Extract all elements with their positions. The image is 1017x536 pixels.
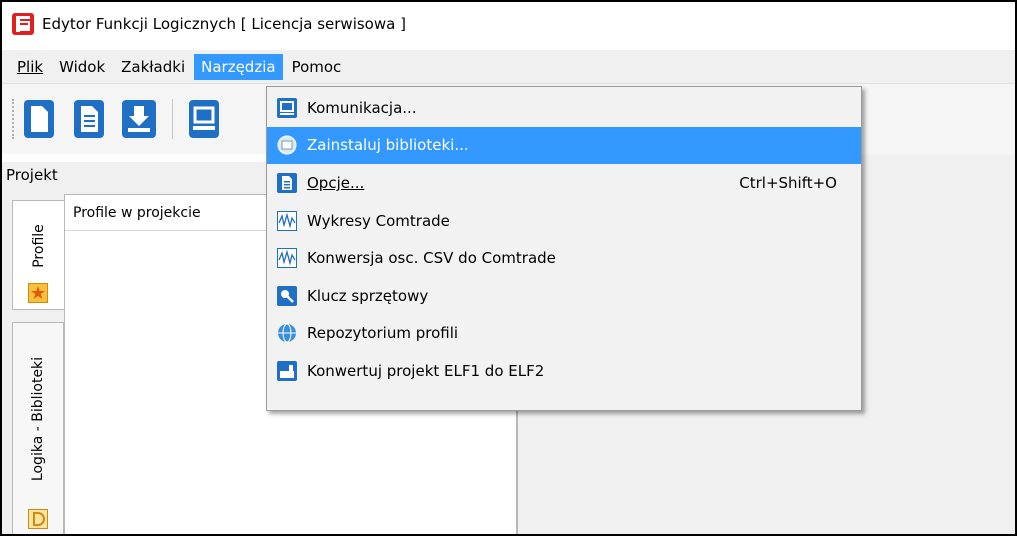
menu-item-label: Konwertuj projekt ELF1 do ELF2 (307, 361, 545, 380)
menu-bar: Plik Widok Zakładki Narzędzia Pomoc (2, 50, 1015, 84)
menu-item-label: Opcje... (307, 174, 364, 192)
menu-item-opcje[interactable]: Opcje... Ctrl+Shift+O (267, 164, 861, 202)
menu-plik-label: Plik (17, 57, 44, 76)
toolbar-separator (172, 99, 173, 139)
communication-icon (277, 97, 297, 118)
communication-icon (189, 100, 219, 138)
menu-zakladki-label: Zakładki (121, 57, 186, 76)
application-window: Edytor Funkcji Logicznych [ Licencja ser… (0, 0, 1017, 536)
profile-star-icon (28, 283, 48, 303)
opcje-label: Opcje... (307, 173, 365, 192)
menu-item-repozytorium-profili[interactable]: Repozytorium profili (267, 315, 861, 353)
menu-widok-label: Widok (59, 57, 106, 76)
communication-button[interactable] (187, 99, 221, 139)
menu-widok[interactable]: Widok (52, 54, 112, 80)
tab-profile-label: Profile (30, 224, 47, 269)
toolbar-grip[interactable] (12, 99, 16, 139)
menu-pomoc[interactable]: Pomoc (285, 54, 349, 80)
new-document-button[interactable] (22, 99, 56, 139)
menu-item-komunikacja[interactable]: Komunikacja... (267, 89, 861, 127)
shortcut-label: Ctrl+Shift+O (739, 173, 837, 192)
menu-item-label: Konwersja osc. CSV do Comtrade (307, 249, 556, 268)
project-vertical-tabs: Profile Logika - Biblioteki (12, 192, 64, 534)
document-list-button[interactable] (72, 99, 106, 139)
download-icon (122, 100, 156, 138)
menu-item-label: Wykresy Comtrade (307, 211, 450, 230)
menu-item-label: Komunikacja... (307, 98, 417, 117)
menu-item-konwertuj-projekt[interactable]: Konwertuj projekt ELF1 do ELF2 (267, 352, 861, 390)
menu-item-label: Klucz sprzętowy (307, 286, 429, 305)
menu-plik[interactable]: Plik (10, 54, 50, 80)
title-bar: Edytor Funkcji Logicznych [ Licencja ser… (2, 2, 1015, 46)
tab-logika-biblioteki[interactable]: Logika - Biblioteki (12, 322, 64, 534)
options-icon (277, 172, 297, 193)
logic-d-icon (28, 509, 48, 529)
edytor-e-icon (12, 13, 34, 35)
menu-item-label: Repozytorium profili (307, 324, 459, 343)
document-list-icon (74, 100, 104, 138)
menu-zakladki[interactable]: Zakładki (114, 54, 192, 80)
menu-pomoc-label: Pomoc (291, 57, 342, 76)
menu-item-wykresy-comtrade[interactable]: Wykresy Comtrade (267, 202, 861, 240)
new-document-icon (24, 100, 54, 138)
csv-convert-icon (277, 248, 297, 269)
narzedzia-dropdown: Komunikacja... Zainstaluj biblioteki... … (266, 86, 862, 411)
menu-narzedzia[interactable]: Narzędzia (194, 53, 283, 80)
tab-profile[interactable]: Profile (12, 200, 64, 310)
window-title: Edytor Funkcji Logicznych [ Licencja ser… (42, 15, 406, 33)
repository-globe-icon (277, 323, 297, 343)
hardware-key-icon (277, 285, 297, 306)
install-libraries-icon (277, 135, 297, 155)
comtrade-chart-icon (277, 210, 297, 231)
tab-logika-label: Logika - Biblioteki (30, 357, 46, 482)
menu-narzedzia-label: Narzędzia (201, 57, 276, 76)
menu-item-zainstaluj-biblioteki[interactable]: Zainstaluj biblioteki... (267, 126, 861, 165)
convert-project-icon (277, 360, 297, 381)
menu-item-konwersja-csv[interactable]: Konwersja osc. CSV do Comtrade (267, 239, 861, 277)
download-button[interactable] (122, 99, 156, 139)
menu-item-label: Zainstaluj biblioteki... (307, 136, 469, 155)
menu-item-klucz-sprzetowy[interactable]: Klucz sprzętowy (267, 277, 861, 315)
